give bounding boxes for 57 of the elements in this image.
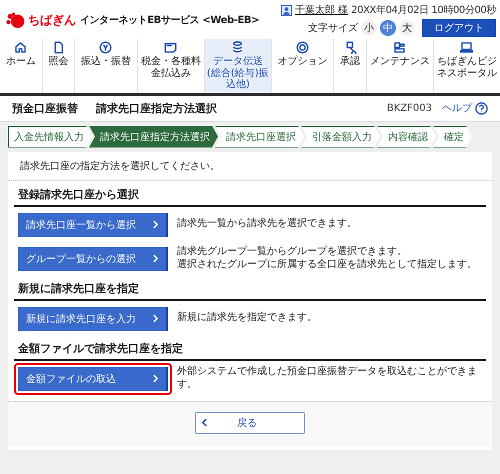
option-button[interactable]: 新規に請求先口座を入力 (18, 306, 168, 330)
progress-step: 確定 (433, 126, 472, 148)
nav-tab[interactable]: メンテナンス (366, 39, 433, 92)
nav-tab[interactable]: ホーム (0, 39, 42, 92)
nav-icon (460, 41, 474, 54)
option-description: 新規に請求先を指定できます。 (177, 312, 317, 325)
option-description: 外部システムで作成した預金口座振替データを取込むことができます。 (177, 366, 478, 391)
nav-tab[interactable]: ちばぎんビジネスポータル (432, 39, 500, 92)
chevron-left-icon (202, 418, 207, 427)
nav-icon (14, 41, 28, 54)
nav-icon (231, 41, 244, 54)
nav-icon (344, 41, 357, 54)
section-heading: 金額ファイルで請求先口座を指定 (14, 334, 486, 360)
screen-id: BKZF003 (386, 102, 432, 114)
progress-step: 請求先口座指定方法選択 (89, 126, 218, 148)
login-datetime: 20XX年04月02日 10時00分00秒 (351, 4, 496, 17)
option-button[interactable]: グループ一覧からの選択 (18, 246, 168, 270)
nav-icon (99, 41, 112, 54)
nav-icon (296, 41, 310, 54)
service-name: インターネットEBサービス <Web-EB> (80, 14, 260, 27)
logout-button[interactable]: ログアウト (422, 19, 496, 37)
chevron-right-icon (153, 374, 158, 383)
font-size-button[interactable]: 大 (399, 20, 415, 36)
progress-step: 請求先口座選択 (215, 126, 304, 148)
font-size-label: 文字サイズ (308, 22, 358, 35)
chevron-right-icon (153, 254, 158, 263)
section-heading: 登録請求先口座から選択 (14, 180, 486, 206)
nav-tab[interactable]: 照会 (42, 39, 74, 92)
page-title: 請求先口座指定方法選択 (96, 100, 218, 116)
option-description: 請求先一覧から請求先を選択できます。 (177, 218, 357, 231)
nav-tab[interactable]: オプション (270, 39, 334, 92)
section-heading: 新規に請求先口座を指定 (14, 274, 486, 300)
logo-icon (6, 12, 26, 28)
nav-tab[interactable]: 承認 (333, 39, 366, 92)
user-icon (280, 4, 292, 16)
user-name-link[interactable]: 千葉太郎 様 (294, 3, 348, 17)
nav-tab[interactable]: データ伝送 (総合(給与)振込他) (204, 39, 271, 92)
instruction-text: 請求先口座の指定方法を選択してください。 (8, 152, 492, 180)
option-button[interactable]: 請求先口座一覧から選択 (18, 212, 168, 236)
nav-tab[interactable]: 振込・振替 (74, 39, 137, 92)
nav-icon (393, 41, 406, 54)
progress-step: 入金先情報入力 (8, 126, 92, 148)
progress-step: 引落金額入力 (301, 126, 380, 148)
option-button[interactable]: 金額ファイルの取込 (18, 366, 168, 390)
category-title: 預金口座振替 (12, 100, 78, 116)
option-description: 請求先グループ一覧からグループを選択できます。 選択されたグループに所属する全口座を請求先として指定します。 (177, 246, 477, 271)
chevron-right-icon (153, 314, 158, 323)
nav-icon (164, 41, 178, 54)
help-link[interactable]: ヘルプ (442, 101, 472, 115)
nav-icon (52, 41, 65, 54)
font-size-button[interactable]: 小 (361, 20, 377, 36)
back-button[interactable]: 戻る (195, 412, 305, 434)
chevron-right-icon (153, 220, 158, 229)
bank-logo-text: ちばぎん (28, 12, 76, 28)
help-icon[interactable] (475, 102, 488, 114)
font-size-button[interactable]: 中 (380, 20, 396, 36)
progress-step: 内容確認 (377, 126, 436, 148)
